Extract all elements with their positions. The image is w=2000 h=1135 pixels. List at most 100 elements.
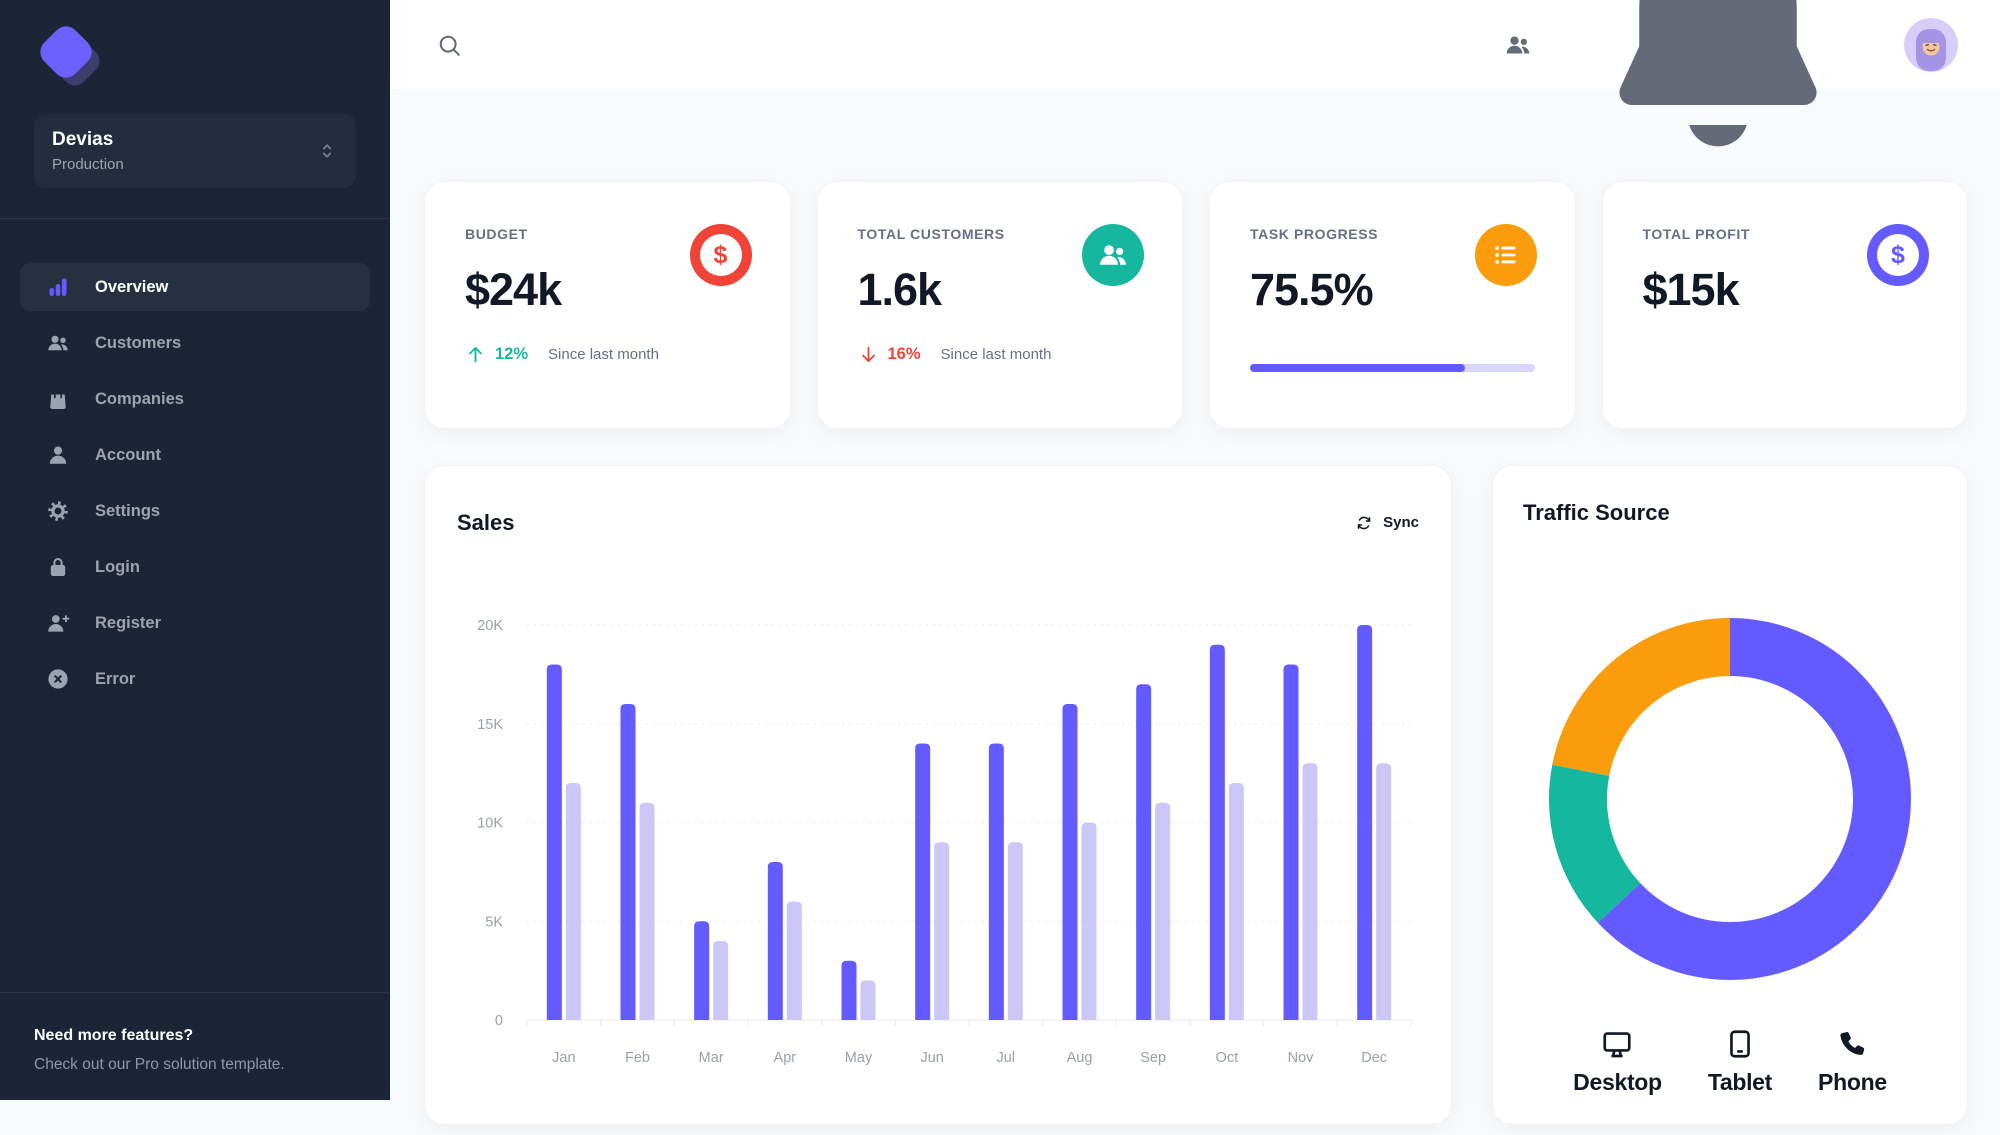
- sales-bar: [1136, 684, 1152, 1020]
- y-axis-tick: 5K: [485, 914, 503, 930]
- sidebar-item-error[interactable]: Error: [20, 655, 370, 703]
- arrow-down-icon: [858, 344, 879, 365]
- trend-row: 16% Since last month: [858, 344, 1143, 365]
- legend-label: Desktop: [1573, 1069, 1662, 1095]
- sales-card: Sales Sync 20K 15K 10K 5K 0 Jan Feb Mar Apr May Ju…: [424, 465, 1452, 1125]
- legend-label: Phone: [1818, 1069, 1887, 1095]
- topbar: [390, 0, 2000, 147]
- sales-bar: [1062, 704, 1078, 1020]
- x-axis-month-label: Apr: [774, 1050, 797, 1066]
- trend-caption: Since last month: [548, 346, 659, 363]
- sales-bar: [620, 704, 636, 1020]
- dollar-icon: $: [1867, 224, 1929, 286]
- stat-card-task-progress: TASK PROGRESS 75.5%: [1209, 181, 1576, 429]
- x-axis-month-label: Aug: [1067, 1050, 1093, 1066]
- sales-bar-chart: 20K 15K 10K 5K 0 Jan Feb Mar Apr May Jun Jul Aug Sep O…: [477, 618, 1412, 1066]
- task-progress-bar: [1250, 364, 1535, 372]
- dashboard-content: BUDGET $24k $12% Since last month TOTAL CUST…: [390, 91, 2000, 1125]
- desktop-icon: [1601, 1028, 1633, 1060]
- x-axis-month-label: Mar: [699, 1050, 724, 1066]
- devias-logo: [34, 20, 110, 92]
- sales-bar: [565, 783, 581, 1020]
- list-bullet-icon: [1474, 224, 1537, 286]
- sales-bar: [713, 941, 729, 1020]
- x-axis-month-label: Jul: [997, 1050, 1016, 1066]
- avatar[interactable]: [1904, 18, 1958, 72]
- workspace-environment: Production: [52, 156, 124, 173]
- sales-bar: [1376, 763, 1392, 1020]
- sales-bar: [1155, 802, 1171, 1020]
- sidebar-item-label: Overview: [95, 277, 169, 296]
- sidebar-item-overview[interactable]: Overview: [20, 263, 370, 311]
- legend-item-tablet: Tablet: [1708, 1028, 1772, 1096]
- sidebar-footer: Need more features? Check out our Pro so…: [0, 992, 390, 1100]
- trend-percent: 12%: [495, 345, 529, 363]
- dollar-icon: $: [689, 224, 752, 286]
- sales-bar: [1081, 822, 1097, 1020]
- users-icon: [46, 331, 70, 355]
- sidebar-item-label: Register: [95, 613, 162, 632]
- sidebar: Devias Production Overview Customers Compa…: [0, 0, 390, 1100]
- traffic-source-card: Traffic Source Desktop Tablet Phone: [1492, 465, 1968, 1125]
- sales-bar: [694, 921, 710, 1020]
- sidebar-item-label: Error: [95, 669, 136, 688]
- task-progress-fill: [1250, 364, 1465, 372]
- sales-bar: [1357, 625, 1373, 1020]
- sidebar-item-account[interactable]: Account: [20, 431, 370, 479]
- footer-title: Need more features?: [34, 1027, 194, 1044]
- bell-icon: [1568, 0, 1868, 195]
- sidebar-item-label: Customers: [95, 333, 182, 352]
- trend-row: 12% Since last month: [465, 344, 750, 365]
- workspace-selector[interactable]: Devias Production: [34, 114, 356, 188]
- sidebar-item-companies[interactable]: Companies: [20, 375, 370, 423]
- sales-bar: [786, 901, 802, 1020]
- user-icon: [46, 443, 70, 467]
- avatar-illustration: [1904, 18, 1958, 72]
- traffic-title: Traffic Source: [1523, 500, 1670, 525]
- chart-bar-icon: [46, 275, 70, 299]
- sales-bar: [860, 980, 876, 1020]
- legend-label: Tablet: [1707, 1069, 1773, 1095]
- dollar-glyph: $: [1877, 234, 1919, 276]
- search-icon[interactable]: [436, 32, 463, 59]
- x-axis-month-label: May: [845, 1050, 873, 1066]
- arrow-up-icon: [465, 344, 486, 365]
- workspace-name: Devias: [52, 129, 114, 150]
- sales-bar: [1228, 783, 1244, 1020]
- sidebar-item-settings[interactable]: Settings: [20, 487, 370, 535]
- y-axis-tick: 20K: [477, 618, 503, 634]
- sales-bar: [934, 842, 950, 1020]
- contacts-icon[interactable]: [1504, 31, 1532, 59]
- y-axis-tick: 0: [495, 1013, 503, 1029]
- sales-bar: [1283, 664, 1299, 1020]
- sidebar-item-register[interactable]: Register: [20, 599, 370, 647]
- x-axis-month-label: Dec: [1361, 1050, 1387, 1066]
- unfold-icon: [316, 140, 338, 162]
- sidebar-item-customers[interactable]: Customers: [20, 319, 370, 367]
- sync-button[interactable]: Sync: [1354, 513, 1419, 533]
- dollar-glyph: $: [699, 234, 742, 276]
- sales-title: Sales: [457, 509, 515, 535]
- traffic-legend: Desktop Tablet Phone: [1523, 1028, 1937, 1096]
- sidebar-item-login[interactable]: Login: [20, 543, 370, 591]
- charts-row: Sales Sync 20K 15K 10K 5K 0 Jan Feb Mar Apr May Ju…: [424, 465, 1968, 1125]
- stat-card-budget: BUDGET $24k $12% Since last month: [424, 181, 791, 429]
- sales-bar: [639, 802, 655, 1020]
- y-axis-tick: 15K: [477, 717, 503, 733]
- sidebar-item-label: Settings: [95, 501, 161, 520]
- sales-bar: [767, 862, 783, 1020]
- traffic-donut-chart: [1523, 614, 1937, 984]
- legend-item-desktop: Desktop: [1573, 1028, 1662, 1096]
- users-icon: [1082, 224, 1144, 286]
- sales-bar: [915, 743, 931, 1020]
- x-axis-month-label: Jan: [552, 1050, 575, 1066]
- notifications-button[interactable]: [1568, 0, 1868, 195]
- x-axis-month-label: Jun: [920, 1050, 943, 1066]
- sales-bar: [1209, 644, 1225, 1020]
- sidebar-nav: Overview Customers Companies Account Setting…: [0, 219, 390, 992]
- stats-row: BUDGET $24k $12% Since last month TOTAL CUST…: [424, 181, 1968, 429]
- sales-bar: [1007, 842, 1023, 1020]
- gear-icon: [46, 499, 70, 523]
- trend-caption: Since last month: [940, 346, 1052, 363]
- main-area: BUDGET $24k $12% Since last month TOTAL CUST…: [390, 0, 2000, 1125]
